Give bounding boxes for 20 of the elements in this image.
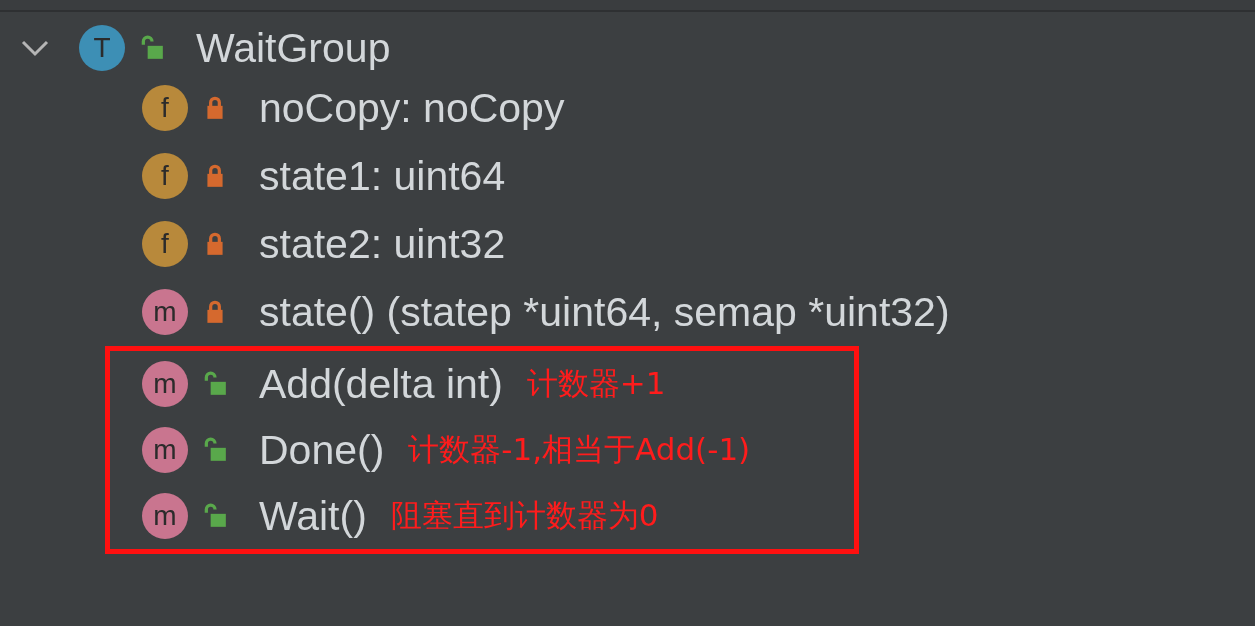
node-label: Done() xyxy=(259,426,385,474)
method-badge: m xyxy=(142,289,188,335)
method-badge: m xyxy=(142,427,188,473)
field-badge: f xyxy=(142,85,188,131)
node-label: state1: uint64 xyxy=(259,152,506,200)
node-label: Add(delta int) xyxy=(259,360,503,408)
node-label: WaitGroup xyxy=(196,24,391,72)
node-label: state() (statep *uint64, semap *uint32) xyxy=(259,288,950,336)
type-badge: T xyxy=(79,25,125,71)
chevron-down-icon[interactable] xyxy=(20,38,50,58)
annotation-text: 计数器-1,相当于Add(-1) xyxy=(408,430,751,469)
node-label: Wait() xyxy=(259,492,367,540)
annotation-text: 阻塞直到计数器为0 xyxy=(390,496,659,535)
field-badge: f xyxy=(142,221,188,267)
method-badge: m xyxy=(142,361,188,407)
node-label: state2: uint32 xyxy=(259,220,506,268)
field-badge: f xyxy=(142,153,188,199)
node-label: noCopy: noCopy xyxy=(259,84,565,132)
annotation-text: 计数器+1 xyxy=(526,364,666,403)
method-badge: m xyxy=(142,493,188,539)
